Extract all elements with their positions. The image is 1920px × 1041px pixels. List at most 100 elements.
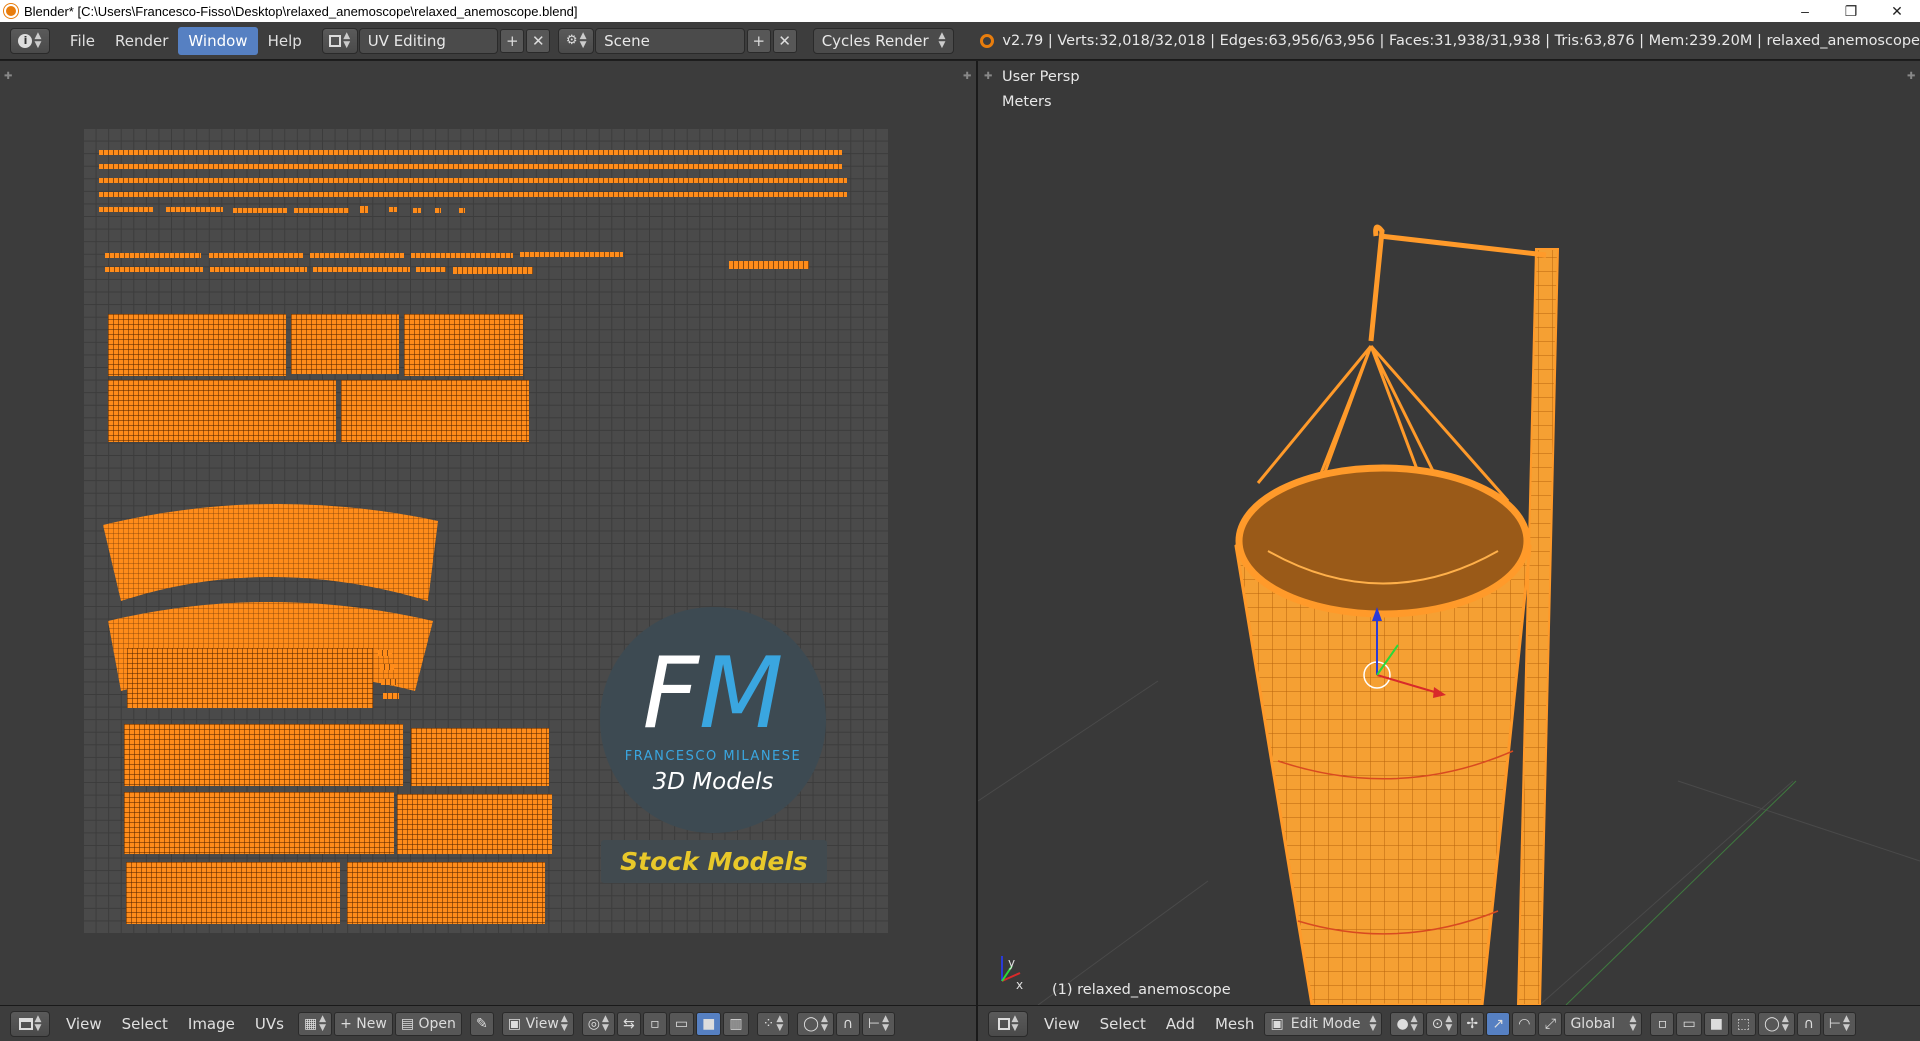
viewport-menu-select[interactable]: Select	[1090, 1011, 1156, 1037]
render-engine-select[interactable]: Cycles Render ▲ ▼	[812, 27, 955, 54]
uv-image-editor[interactable]: ✚ ✚ FM FRANCESCO MILANESE 3D Models Stoc…	[0, 61, 976, 1005]
snap-element-button[interactable]: ⊢ ▲ ▼	[861, 1011, 895, 1036]
uv-island[interactable]	[313, 267, 410, 272]
uv-island[interactable]	[124, 724, 403, 786]
anemoscope-arm[interactable]	[1379, 233, 1547, 258]
viewport-shading-button[interactable]: ● ▲ ▼	[1390, 1011, 1424, 1036]
uv-island[interactable]	[233, 208, 287, 213]
edge-select-mode-button[interactable]: ▭	[1676, 1011, 1702, 1036]
open-image-button[interactable]: ▤ Open	[394, 1011, 462, 1036]
scene-icon-button[interactable]: ⚙ ▲ ▼	[558, 27, 595, 54]
snap-toggle-button[interactable]: ∩	[1796, 1011, 1821, 1036]
viewport-scene[interactable]: y x	[978, 61, 1920, 1005]
edge-select-button[interactable]: ▭	[668, 1011, 695, 1036]
uv-island[interactable]	[380, 664, 394, 670]
uv-island[interactable]	[416, 267, 446, 272]
uv-island[interactable]	[397, 794, 552, 854]
sticky-mode-button[interactable]: ⁘ ▲ ▼	[756, 1011, 790, 1036]
menu-render[interactable]: Render	[105, 27, 178, 55]
uv-island[interactable]	[459, 208, 465, 213]
viewport-menu-add[interactable]: Add	[1156, 1011, 1205, 1037]
uv-island[interactable]	[341, 380, 529, 442]
uv-island[interactable]	[99, 164, 842, 169]
uv-island[interactable]	[378, 650, 392, 656]
uv-menu-uvs[interactable]: UVs	[245, 1011, 294, 1037]
uv-island[interactable]	[99, 207, 153, 212]
uv-island[interactable]	[209, 253, 303, 258]
scene-field[interactable]: Scene	[595, 27, 745, 54]
scale-manipulator-button[interactable]: ⤢	[1538, 1011, 1563, 1036]
island-select-button[interactable]: ▥	[723, 1011, 749, 1036]
area-corner-icon[interactable]: ✚	[963, 72, 971, 82]
snap-button[interactable]: ∩	[835, 1011, 860, 1036]
mode-select[interactable]: ▣ Edit Mode ▲ ▼	[1264, 1011, 1383, 1036]
translate-manipulator-button[interactable]: ↗	[1486, 1011, 1511, 1036]
windsock-rim[interactable]	[1235, 464, 1531, 618]
proportional-edit-button[interactable]: ◯ ▲ ▼	[797, 1011, 834, 1036]
uv-island[interactable]	[166, 207, 223, 212]
viewport-menu-mesh[interactable]: Mesh	[1205, 1011, 1265, 1037]
minimize-button[interactable]: –	[1782, 0, 1828, 22]
uv-island[interactable]	[383, 693, 399, 699]
anemoscope-pole[interactable]	[1516, 248, 1560, 1005]
maximize-button[interactable]: ❐	[1828, 0, 1874, 22]
pivot-point-button[interactable]: ⊙ ▲ ▼	[1425, 1011, 1459, 1036]
remove-screen-button[interactable]: ✕	[526, 28, 551, 53]
remove-scene-button[interactable]: ✕	[772, 28, 797, 53]
snap-element-select[interactable]: ⊢ ▲ ▼	[1822, 1011, 1856, 1036]
uv-editor-type-button[interactable]: ▲ ▼	[10, 1010, 50, 1037]
menu-file[interactable]: File	[60, 27, 105, 55]
screen-layout-icon-button[interactable]: ▲ ▼	[321, 27, 358, 54]
uv-menu-image[interactable]: Image	[178, 1011, 245, 1037]
uv-island[interactable]	[124, 792, 394, 854]
uv-island[interactable]	[210, 267, 307, 272]
uv-island[interactable]	[411, 728, 549, 786]
uv-island[interactable]	[435, 208, 441, 213]
close-window-button[interactable]: ✕	[1874, 0, 1920, 22]
image-browse-button[interactable]: ▦ ▲ ▼	[297, 1011, 333, 1036]
manipulator-toggle-button[interactable]: ✢	[1460, 1011, 1485, 1036]
uv-island[interactable]	[453, 267, 533, 274]
uv-island[interactable]	[294, 208, 349, 213]
anemoscope-hook[interactable]	[1368, 224, 1385, 342]
info-editor-type-button[interactable]: i ▲ ▼	[10, 27, 50, 54]
uv-island[interactable]	[99, 178, 847, 183]
transform-orientation-select[interactable]: Global ▲ ▼	[1564, 1011, 1643, 1036]
vertex-select-button[interactable]: ▫	[642, 1011, 667, 1036]
uv-menu-view[interactable]: View	[56, 1011, 112, 1037]
screen-layout-field[interactable]: UV Editing	[358, 27, 499, 54]
uv-island[interactable]	[411, 253, 513, 258]
uv-island[interactable]	[108, 314, 286, 376]
add-screen-button[interactable]: +	[500, 28, 525, 53]
3d-viewport[interactable]: ✚ ✚ User Persp Meters y x (1) relaxed_an…	[978, 61, 1920, 1005]
viewport-editor-type-button[interactable]: ▲ ▼	[988, 1010, 1028, 1037]
image-mode-button[interactable]: ▣ View ▲ ▼	[501, 1011, 574, 1036]
face-select-mode-button[interactable]: ■	[1703, 1011, 1729, 1036]
uv-island[interactable]	[360, 206, 368, 213]
uv-island[interactable]	[291, 314, 399, 374]
viewport-menu-view[interactable]: View	[1034, 1011, 1090, 1037]
uv-island[interactable]	[99, 192, 847, 197]
uv-island[interactable]	[108, 380, 336, 442]
uv-island[interactable]	[126, 862, 340, 924]
face-select-button[interactable]: ■	[696, 1011, 722, 1036]
vertex-select-mode-button[interactable]: ▫	[1650, 1011, 1675, 1036]
uv-island[interactable]	[729, 261, 809, 269]
uv-island[interactable]	[404, 314, 523, 376]
uv-island[interactable]	[413, 208, 421, 213]
rotate-manipulator-button[interactable]: ◠	[1512, 1011, 1537, 1036]
uv-island[interactable]	[520, 252, 623, 257]
uv-island[interactable]	[389, 207, 397, 212]
uv-island[interactable]	[127, 648, 373, 708]
pivot-button[interactable]: ◎ ▲ ▼	[581, 1011, 615, 1036]
menu-window[interactable]: Window	[178, 26, 258, 55]
uv-island[interactable]	[347, 862, 545, 924]
proportional-editing-button[interactable]: ◯ ▲ ▼	[1758, 1011, 1795, 1036]
occlude-geometry-button[interactable]: ⬚	[1730, 1011, 1757, 1036]
area-corner-icon[interactable]: ✚	[4, 72, 12, 82]
new-image-button[interactable]: + New	[334, 1011, 393, 1036]
uv-island[interactable]	[99, 150, 842, 155]
uv-menu-select[interactable]: Select	[112, 1011, 178, 1037]
uv-island[interactable]	[103, 503, 438, 601]
uv-island[interactable]	[310, 253, 404, 258]
